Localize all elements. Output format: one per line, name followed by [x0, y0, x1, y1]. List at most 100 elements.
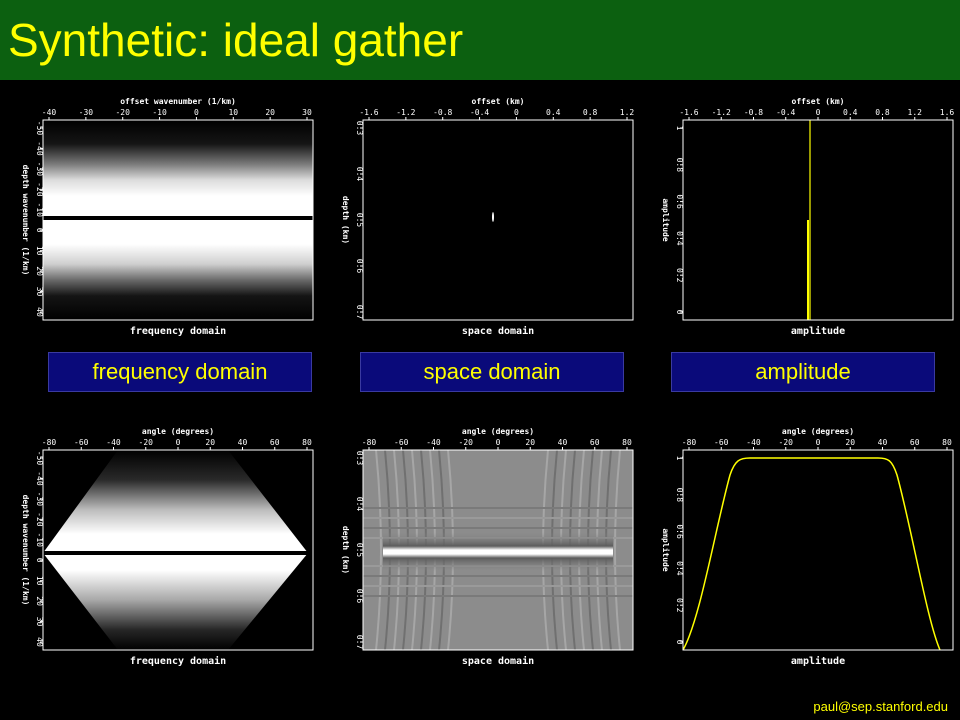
left-axis-label: depth wavenumber (1/km): [21, 165, 30, 276]
x-tick-label: -40: [42, 108, 57, 117]
y-tick-label: 0.4: [355, 497, 364, 512]
x-tick-label: 1.2: [620, 108, 635, 117]
x-tick-label: -20: [459, 438, 474, 447]
y-tick-label: 0.2: [675, 598, 684, 613]
x-tick-label: 0: [514, 108, 519, 117]
panel-top-amplitude: -1.6 -1.2 -0.8 -0.4 0 0.4 0.8 1.2 1.6 offset (km)…: [661, 97, 955, 337]
x-tick-label: 60: [270, 438, 280, 447]
panel-caption: amplitude: [791, 325, 845, 337]
panel-caption: space domain: [462, 655, 534, 667]
top-frequency-dark-line: [43, 216, 313, 220]
x-tick-label: -80: [682, 438, 697, 447]
y-tick-label: -20: [35, 182, 44, 197]
x-tick-label: -60: [714, 438, 729, 447]
x-tick-label: 20: [845, 438, 855, 447]
x-tick-label: -1.2: [396, 108, 415, 117]
panel-top-frequency-domain: -40 -30 -20 -10 0 10 20 30 offset wavenumber (1/…: [21, 97, 314, 337]
x-tick-label: 20: [205, 438, 215, 447]
x-tick-label: 20: [525, 438, 535, 447]
y-tick-label: 0.6: [355, 259, 364, 274]
y-tick-label: -40: [35, 141, 44, 156]
left-axis-label: amplitude: [661, 528, 671, 572]
left-axis-label: depth (km): [341, 526, 350, 574]
panel-caption: space domain: [462, 325, 534, 337]
label-amplitude: amplitude: [671, 352, 935, 392]
label-frequency-domain: frequency domain: [48, 352, 312, 392]
panel-caption: amplitude: [791, 655, 845, 667]
y-tick-label: 0.4: [675, 231, 684, 246]
x-tick-label: 80: [942, 438, 952, 447]
panel-top-space-domain: -1.6 -1.2 -0.8 -0.4 0 0.4 0.8 1.2 offset (km) 0.3…: [341, 97, 635, 337]
y-tick-label: 0.6: [355, 589, 364, 604]
y-tick-label: -30: [35, 162, 44, 177]
x-tick-label: -20: [139, 438, 154, 447]
panel-caption: frequency domain: [130, 655, 226, 667]
y-tick-label: -50: [35, 121, 44, 136]
y-tick-label: 0.6: [675, 524, 684, 539]
x-tick-label: -40: [106, 438, 121, 447]
x-tick-label: -10: [152, 108, 167, 117]
x-tick-label: 80: [622, 438, 632, 447]
x-tick-label: 0.8: [875, 108, 890, 117]
top-axis-label: angle (degrees): [782, 427, 854, 436]
x-tick-label: -20: [779, 438, 794, 447]
x-tick-label: -60: [394, 438, 409, 447]
y-tick-label: 0.3: [355, 451, 364, 466]
x-tick-label: 0.4: [546, 108, 561, 117]
y-tick-label: 0: [35, 558, 44, 563]
footer-email: paul@sep.stanford.edu: [813, 699, 948, 714]
x-tick-label: 0: [816, 438, 821, 447]
y-tick-label: 0.7: [355, 305, 364, 320]
x-tick-label: -0.8: [744, 108, 763, 117]
x-tick-label: 10: [228, 108, 238, 117]
x-tick-label: 40: [238, 438, 248, 447]
x-tick-label: 0: [496, 438, 501, 447]
y-tick-label: 20: [35, 596, 44, 606]
x-tick-label: 30: [302, 108, 312, 117]
x-tick-label: -20: [115, 108, 130, 117]
x-tick-label: -0.4: [776, 108, 795, 117]
x-tick-label: -1.2: [712, 108, 731, 117]
x-tick-label: 1.6: [940, 108, 955, 117]
y-tick-label: 0.8: [675, 488, 684, 503]
top-axis-label: offset wavenumber (1/km): [120, 97, 236, 106]
y-tick-label: 30: [35, 617, 44, 627]
y-tick-label: 0.5: [355, 543, 364, 558]
panel-bottom-amplitude: -80 -60 -40 -20 0 20 40 60 80 angle (degrees) 1 0.8…: [661, 427, 954, 667]
y-tick-label: 30: [35, 287, 44, 297]
bottom-frequency-diamond: [43, 450, 308, 650]
x-tick-label: 0: [176, 438, 181, 447]
top-axis-label: offset (km): [472, 97, 525, 106]
x-tick-label: 0.8: [583, 108, 598, 117]
x-tick-label: 20: [265, 108, 275, 117]
x-tick-label: 1.2: [908, 108, 923, 117]
y-tick-label: 1: [675, 456, 684, 461]
y-tick-label: 0.6: [675, 194, 684, 209]
x-tick-label: 80: [302, 438, 312, 447]
y-tick-label: 0.4: [675, 561, 684, 576]
slide-title: Synthetic: ideal gather: [8, 14, 464, 66]
x-tick-label: 40: [878, 438, 888, 447]
x-tick-label: -40: [426, 438, 441, 447]
top-axis-label: angle (degrees): [462, 427, 534, 436]
top-axis-label: angle (degrees): [142, 427, 214, 436]
x-tick-label: 40: [558, 438, 568, 447]
y-tick-label: 10: [35, 576, 44, 586]
panel-bottom-frequency-domain: -80 -60 -40 -20 0 20 40 60 80 angle (degrees) -50 -…: [21, 427, 314, 667]
bottom-frequency-dark-line: [43, 551, 313, 555]
panel-bottom-space-domain: -80 -60 -40 -20 0 20 40 60 80 angle (degrees) 0.3 0…: [341, 427, 634, 667]
y-tick-label: 10: [35, 246, 44, 256]
left-axis-label: depth (km): [341, 196, 350, 244]
y-tick-label: 40: [35, 307, 44, 317]
x-tick-label: -80: [42, 438, 57, 447]
left-axis-label: depth wavenumber (1/km): [21, 495, 30, 606]
y-tick-label: 1: [675, 126, 684, 131]
label-space-domain: space domain: [360, 352, 624, 392]
y-tick-label: 20: [35, 266, 44, 276]
top-amplitude-plot-area: [683, 120, 953, 320]
y-tick-label: -50: [35, 451, 44, 466]
x-tick-label: -80: [362, 438, 377, 447]
top-axis-label: offset (km): [792, 97, 845, 106]
bottom-space-band: [383, 532, 613, 572]
left-axis-label: amplitude: [661, 198, 671, 242]
